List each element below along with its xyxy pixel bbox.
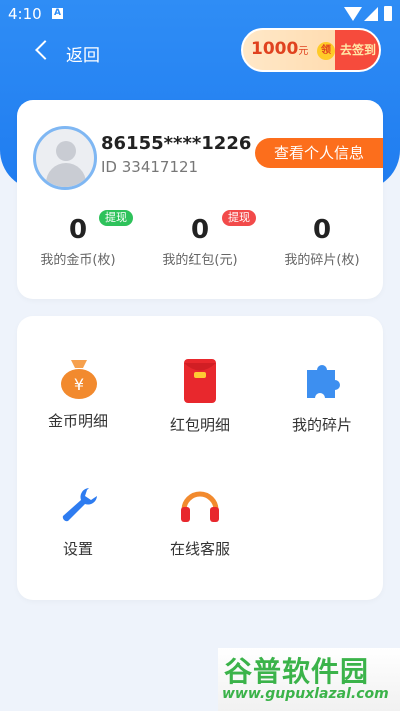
withdraw-coins-button[interactable]: 提现 [99,210,133,226]
stat-fragments[interactable]: 0 我的碎片(枚) [261,215,383,268]
signal-icon [364,7,378,21]
menu-my-fragments[interactable]: 我的碎片 [261,336,383,434]
avatar[interactable] [33,126,97,190]
chevron-left-icon [35,40,55,60]
menu-label-customer-service: 在线客服 [169,540,230,558]
menu-label-my-fragments: 我的碎片 [291,416,352,434]
headphones-icon [181,491,219,522]
back-label: 返回 [66,46,100,66]
red-envelope-icon [184,359,216,403]
menu-coin-details[interactable]: ¥ 金币明细 [17,336,139,430]
wifi-icon [344,7,362,21]
stat-coins-label: 我的金币(枚) [40,253,116,268]
avatar-head-icon [56,141,76,161]
wrench-icon [62,488,97,522]
stat-redpacket-label: 我的红包(元) [162,253,238,268]
menu-redpacket-details[interactable]: 红包明细 [139,336,261,434]
stat-fragments-value: 0 [312,215,332,245]
svg-text:¥: ¥ [74,375,84,394]
withdraw-redpacket-button[interactable]: 提现 [222,210,256,226]
user-phone: 86155****1226 [101,133,252,154]
avatar-body-icon [46,163,86,187]
signin-action-label: 去签到 [335,30,379,70]
signin-unit: 元 [298,46,309,57]
watermark-logo: 谷普软件园 www.gupuxlazal.com [218,648,400,711]
status-time: 4:10 [8,5,42,23]
menu-card: ¥ 金币明细 红包明细 我的碎片 设置 在线客服 [17,316,383,600]
menu-label-settings: 设置 [62,540,93,558]
back-button[interactable]: 返回 [30,38,110,66]
battery-icon [384,6,392,21]
watermark-url: www.gupuxlazal.com [222,686,389,702]
claim-icon: 领 [317,42,335,60]
menu-label-redpacket-details: 红包明细 [169,416,230,434]
money-bag-icon: ¥ [61,360,97,399]
menu-label-coin-details: 金币明细 [47,412,108,430]
stat-fragments-label: 我的碎片(枚) [284,253,360,268]
menu-customer-service[interactable]: 在线客服 [139,460,261,558]
menu-settings[interactable]: 设置 [17,460,139,558]
puzzle-piece-icon [307,365,340,398]
signin-coins: 1000元 [251,39,309,59]
status-bar: 4:10 A [0,0,400,28]
profile-card: 86155****1226 ID 33417121 查看个人信息 0 我的金币(… [17,100,383,299]
daily-signin-button[interactable]: 1000元 领 去签到 [241,28,381,72]
notification-icon: A [52,8,63,19]
watermark-title: 谷普软件园 [224,655,370,688]
view-profile-button[interactable]: 查看个人信息 [255,138,383,168]
user-id: ID 33417121 [101,158,199,176]
